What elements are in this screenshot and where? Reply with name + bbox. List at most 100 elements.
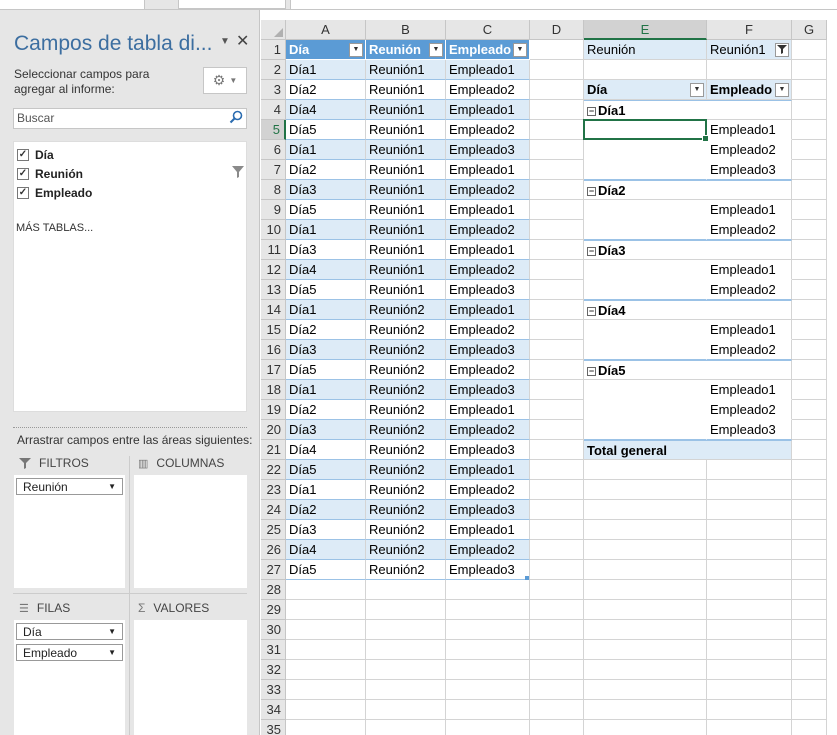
row-header-7[interactable]: 7 bbox=[261, 160, 286, 180]
grid-cell[interactable] bbox=[366, 620, 446, 640]
filters-area[interactable]: Reunión ▼ bbox=[14, 475, 125, 588]
grid-cell[interactable] bbox=[707, 480, 792, 500]
table-row-cell[interactable]: Día4 bbox=[286, 540, 366, 560]
table-row-cell[interactable]: Empleado3 bbox=[446, 560, 530, 580]
pivot-day-row[interactable]: − Día1 bbox=[584, 100, 707, 120]
row-header-6[interactable]: 6 bbox=[261, 140, 286, 160]
table-row-cell[interactable]: Reunión1 bbox=[366, 100, 446, 120]
grid-cell[interactable] bbox=[286, 600, 366, 620]
table-row-cell[interactable]: Empleado1 bbox=[446, 520, 530, 540]
table-row-cell[interactable]: Empleado3 bbox=[446, 440, 530, 460]
grid-cell[interactable] bbox=[366, 700, 446, 720]
grid-cell[interactable] bbox=[792, 380, 827, 400]
grid-cell[interactable] bbox=[530, 380, 584, 400]
table-row-cell[interactable]: Empleado3 bbox=[446, 380, 530, 400]
grid-cell[interactable] bbox=[792, 360, 827, 380]
row-chip-empleado[interactable]: Empleado ▼ bbox=[16, 644, 123, 661]
rows-area[interactable]: Día ▼ Empleado ▼ bbox=[14, 620, 125, 735]
table-row-cell[interactable]: Empleado1 bbox=[446, 300, 530, 320]
row-header-15[interactable]: 15 bbox=[261, 320, 286, 340]
row-header-22[interactable]: 22 bbox=[261, 460, 286, 480]
grid-cell[interactable] bbox=[530, 80, 584, 100]
pivot-employee-row[interactable]: Empleado1 bbox=[707, 380, 792, 400]
pivot-day-row[interactable]: − Día4 bbox=[584, 300, 707, 320]
grid-cell[interactable] bbox=[584, 480, 707, 500]
row-header-25[interactable]: 25 bbox=[261, 520, 286, 540]
close-icon[interactable]: ✕ bbox=[236, 31, 249, 51]
table-row-cell[interactable]: Día4 bbox=[286, 260, 366, 280]
grid-cell[interactable] bbox=[707, 600, 792, 620]
grid-cell[interactable] bbox=[446, 580, 530, 600]
pivot-employee-row[interactable]: Empleado3 bbox=[707, 160, 792, 180]
grid-cell[interactable] bbox=[530, 580, 584, 600]
row-header-14[interactable]: 14 bbox=[261, 300, 286, 320]
pivot-day-row-value[interactable] bbox=[707, 300, 792, 320]
table-row-cell[interactable]: Reunión2 bbox=[366, 520, 446, 540]
grid-cell[interactable] bbox=[792, 220, 827, 240]
table-row-cell[interactable]: Empleado2 bbox=[446, 220, 530, 240]
pivot-grand-total-value[interactable] bbox=[707, 440, 792, 460]
pivot-grand-total[interactable]: Total general bbox=[584, 440, 707, 460]
filter-chip-reunion[interactable]: Reunión ▼ bbox=[16, 478, 123, 495]
table-row-cell[interactable]: Día1 bbox=[286, 140, 366, 160]
grid-cell[interactable] bbox=[530, 360, 584, 380]
grid-cell[interactable] bbox=[792, 160, 827, 180]
table-row-cell[interactable]: Día3 bbox=[286, 180, 366, 200]
grid-cell[interactable] bbox=[584, 540, 707, 560]
table-row-cell[interactable]: Día1 bbox=[286, 60, 366, 80]
table-row-cell[interactable]: Reunión1 bbox=[366, 200, 446, 220]
grid-cell[interactable] bbox=[366, 660, 446, 680]
table-row-cell[interactable]: Día3 bbox=[286, 340, 366, 360]
table-row-cell[interactable]: Empleado1 bbox=[446, 60, 530, 80]
field-empleado[interactable]: ✓ Empleado bbox=[17, 185, 92, 201]
grid-cell[interactable] bbox=[584, 720, 707, 735]
pivot-day-row-value[interactable] bbox=[707, 360, 792, 380]
grid-cell[interactable] bbox=[366, 580, 446, 600]
pivot-empty-cell[interactable] bbox=[584, 420, 707, 440]
grid-cell[interactable] bbox=[530, 480, 584, 500]
grid-cell[interactable] bbox=[707, 720, 792, 735]
grid-cell[interactable] bbox=[530, 600, 584, 620]
grid-cell[interactable] bbox=[530, 500, 584, 520]
grid-cell[interactable] bbox=[792, 240, 827, 260]
table-row-cell[interactable]: Reunión1 bbox=[366, 280, 446, 300]
grid-cell[interactable] bbox=[792, 620, 827, 640]
grid-cell[interactable] bbox=[584, 580, 707, 600]
search-icon[interactable] bbox=[229, 110, 243, 124]
pivot-row-header[interactable]: Día ▼ bbox=[584, 80, 707, 100]
grid-cell[interactable] bbox=[707, 500, 792, 520]
table-row-cell[interactable]: Empleado2 bbox=[446, 480, 530, 500]
pivot-day-row[interactable]: − Día2 bbox=[584, 180, 707, 200]
table-row-cell[interactable]: Reunión1 bbox=[366, 240, 446, 260]
row-header-28[interactable]: 28 bbox=[261, 580, 286, 600]
collapse-icon[interactable]: − bbox=[587, 187, 596, 197]
grid-cell[interactable] bbox=[584, 520, 707, 540]
column-header-E[interactable]: E bbox=[584, 20, 707, 40]
grid-cell[interactable] bbox=[446, 680, 530, 700]
column-header-B[interactable]: B bbox=[366, 20, 446, 40]
pivot-day-row[interactable]: − Día5 bbox=[584, 360, 707, 380]
dropdown-arrow-icon[interactable]: ▼ bbox=[108, 482, 116, 491]
row-header-1[interactable]: 1 bbox=[261, 40, 286, 60]
table-row-cell[interactable]: Empleado3 bbox=[446, 340, 530, 360]
row-header-33[interactable]: 33 bbox=[261, 680, 286, 700]
row-header-12[interactable]: 12 bbox=[261, 260, 286, 280]
row-header-31[interactable]: 31 bbox=[261, 640, 286, 660]
table-row-cell[interactable]: Día5 bbox=[286, 460, 366, 480]
grid-cell[interactable] bbox=[530, 700, 584, 720]
grid-cell[interactable] bbox=[584, 700, 707, 720]
grid-cell[interactable] bbox=[707, 560, 792, 580]
grid-cell[interactable] bbox=[286, 680, 366, 700]
grid-cell[interactable] bbox=[707, 460, 792, 480]
grid-cell[interactable] bbox=[707, 700, 792, 720]
grid-cell[interactable] bbox=[366, 720, 446, 735]
dropdown-arrow-icon[interactable]: ▼ bbox=[108, 627, 116, 636]
grid-cell[interactable] bbox=[366, 600, 446, 620]
row-header-8[interactable]: 8 bbox=[261, 180, 286, 200]
pivot-employee-row[interactable]: Empleado1 bbox=[707, 260, 792, 280]
table-row-cell[interactable]: Día2 bbox=[286, 400, 366, 420]
table-row-cell[interactable]: Reunión2 bbox=[366, 380, 446, 400]
collapse-icon[interactable]: − bbox=[587, 247, 596, 257]
grid-cell[interactable] bbox=[792, 660, 827, 680]
grid-cell[interactable] bbox=[530, 460, 584, 480]
